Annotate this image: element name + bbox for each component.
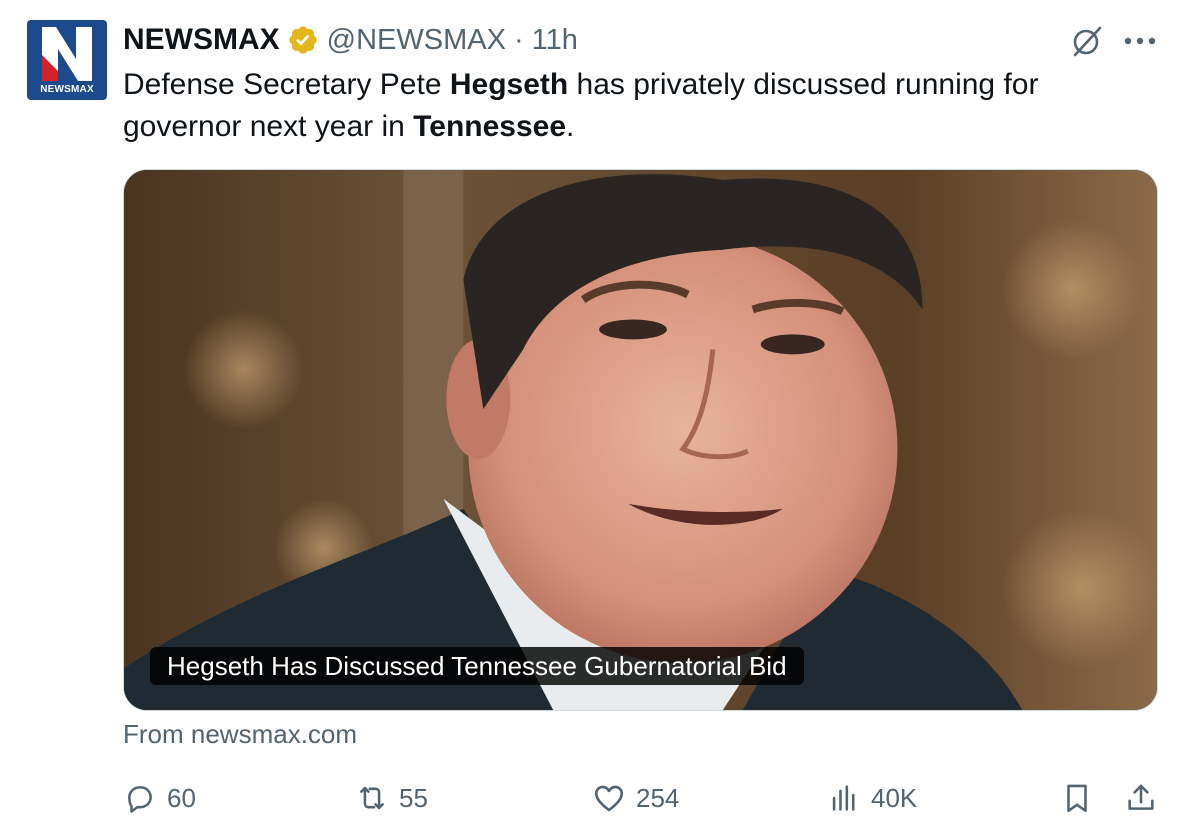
verified-badge-icon[interactable] — [287, 24, 319, 56]
tweet: NEWSMAX NEWSMAX @NEWSMAX · 11h Defense S… — [0, 0, 1190, 840]
heart-icon — [594, 785, 624, 812]
card-source[interactable]: From newsmax.com — [123, 719, 357, 750]
reply-button[interactable]: 60 — [123, 776, 196, 820]
views-button[interactable]: 40K — [827, 776, 917, 820]
reply-count: 60 — [167, 782, 196, 813]
card-caption: Hegseth Has Discussed Tennessee Gubernat… — [150, 647, 804, 685]
display-name[interactable]: NEWSMAX — [123, 23, 280, 57]
grok-icon — [1073, 26, 1102, 57]
tweet-text-part: . — [566, 110, 575, 143]
grok-button[interactable] — [1068, 22, 1106, 60]
article-photo — [124, 170, 1157, 710]
repost-icon — [360, 786, 384, 810]
like-button[interactable]: 254 — [592, 776, 679, 820]
tweet-text-bold-hegseth: Hegseth — [449, 68, 569, 101]
handle[interactable]: @NEWSMAX — [327, 24, 506, 57]
repost-button[interactable]: 55 — [355, 776, 428, 820]
bookmark-icon — [1067, 784, 1087, 813]
link-card[interactable]: Hegseth Has Discussed Tennessee Gubernat… — [123, 169, 1158, 711]
tweet-header: NEWSMAX @NEWSMAX · 11h — [123, 20, 578, 60]
repost-count: 55 — [399, 782, 428, 813]
separator-dot: · — [513, 23, 524, 56]
views-count: 40K — [871, 782, 918, 813]
tweet-text-part: Defense Secretary Pete — [123, 68, 450, 101]
tweet-text-bold-tennessee: Tennessee — [413, 110, 567, 143]
share-icon — [1128, 784, 1154, 810]
timestamp[interactable]: 11h — [532, 24, 578, 57]
more-icon — [1124, 37, 1156, 45]
tweet-text: Defense Secretary Pete Hegseth has priva… — [123, 64, 1163, 148]
more-options-button[interactable] — [1120, 22, 1160, 60]
reply-icon — [128, 786, 152, 813]
bookmark-button[interactable] — [1060, 776, 1094, 820]
views-chart-icon — [832, 785, 855, 811]
avatar[interactable]: NEWSMAX — [27, 20, 107, 100]
newsmax-logo-icon — [42, 27, 92, 81]
avatar-label: NEWSMAX — [40, 84, 94, 95]
share-button[interactable] — [1124, 776, 1158, 820]
like-count: 254 — [636, 782, 680, 813]
